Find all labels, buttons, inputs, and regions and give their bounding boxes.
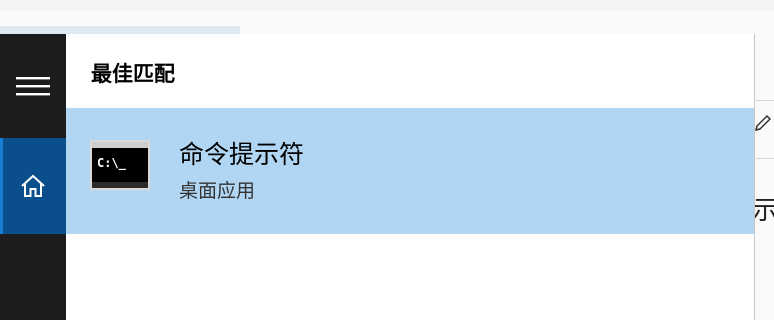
background-divider — [756, 158, 774, 159]
app-type: 桌面应用 — [179, 180, 256, 202]
background-edge-text: 示 — [752, 196, 774, 226]
command-prompt-icon-text: C:\_ — [97, 156, 127, 171]
hamburger-menu-icon — [16, 77, 50, 96]
pencil-icon[interactable] — [752, 112, 774, 134]
background-divider — [756, 100, 774, 101]
home-icon — [21, 174, 45, 197]
background-tab — [0, 26, 240, 34]
app-name: 命令提示符 — [179, 140, 305, 169]
best-match-heading: 最佳匹配 — [91, 62, 175, 86]
home-button[interactable] — [0, 138, 66, 234]
best-match-result[interactable]: C:\_ 命令提示符 桌面应用 — [66, 108, 754, 234]
command-prompt-icon: C:\_ — [90, 140, 150, 190]
search-results-panel: 最佳匹配 C:\_ 命令提示符 桌面应用 — [66, 34, 755, 320]
background-title-strip — [0, 0, 774, 10]
menu-button[interactable] — [0, 34, 66, 138]
